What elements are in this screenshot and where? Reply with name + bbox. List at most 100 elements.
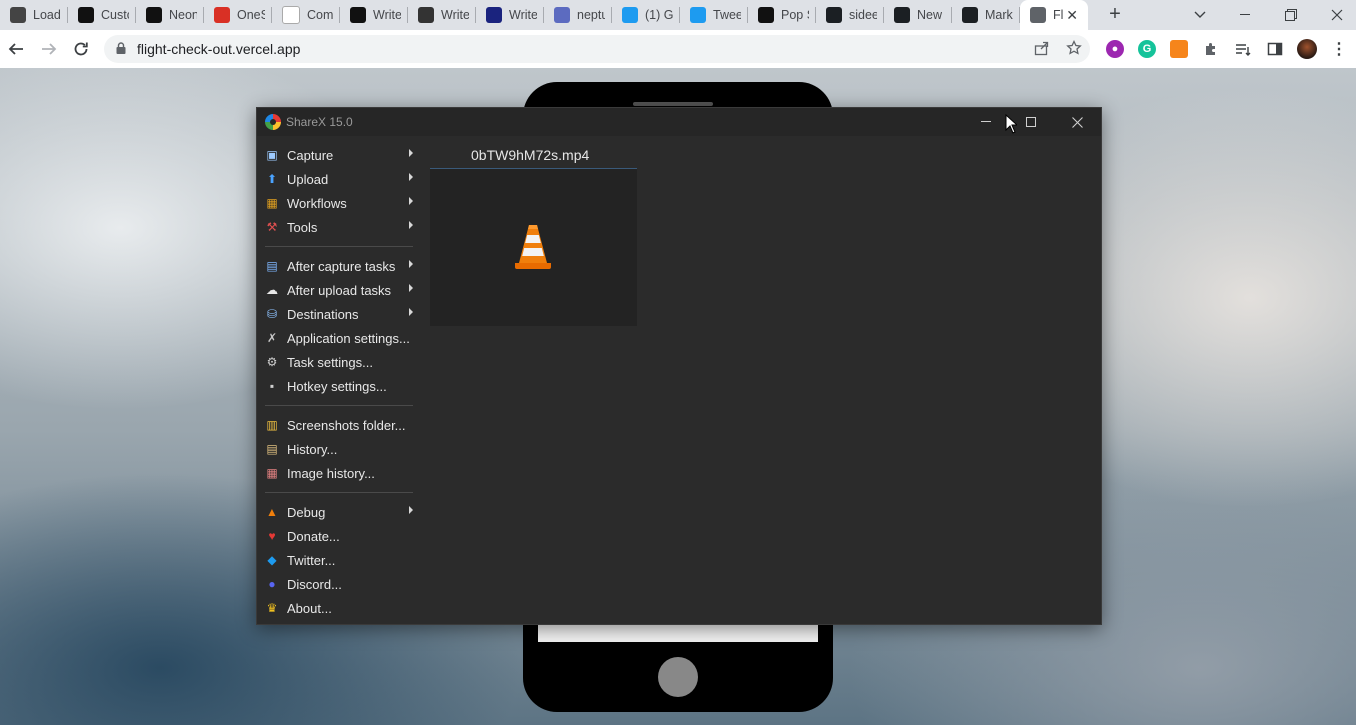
browser-tab[interactable]: Custo [68, 4, 136, 26]
extension-purple-icon[interactable]: ● [1106, 40, 1124, 58]
neon-icon [146, 7, 162, 23]
debug-icon: ▲ [266, 505, 278, 519]
menu-item-debug[interactable]: ▲ Debug [261, 500, 413, 524]
tab-title: Load [33, 8, 61, 22]
browser-tab[interactable]: Load [0, 4, 68, 26]
browser-tab[interactable]: Write [408, 4, 476, 26]
menu-item-history[interactable]: ▤ History... [261, 437, 413, 461]
reload-button[interactable] [70, 38, 92, 60]
sharex-minimize-button[interactable] [964, 108, 1008, 136]
pop-icon [758, 7, 774, 23]
browser-tab[interactable]: Write [340, 4, 408, 26]
after-upload-icon: ☁ [266, 283, 278, 297]
menu-item-twitter[interactable]: ◆ Twitter... [261, 548, 413, 572]
menu-item-label: Task settings... [287, 354, 373, 370]
share-icon[interactable] [1033, 40, 1051, 58]
file-name-label: 0bTW9hM72s.mp4 [471, 147, 590, 163]
menu-item-hotkey-settings[interactable]: ▪ Hotkey settings... [261, 374, 413, 398]
metamask-icon[interactable] [1170, 40, 1188, 58]
menu-item-discord[interactable]: ● Discord... [261, 572, 413, 596]
close-window-button[interactable] [1314, 0, 1356, 30]
browser-tab[interactable]: New [884, 4, 952, 26]
menu-separator [265, 492, 413, 493]
menu-item-label: Capture [287, 147, 334, 163]
menu-item-label: Workflows [287, 195, 347, 211]
browser-tab[interactable]: Fl ✕ [1020, 0, 1088, 30]
tab-title: Com [307, 8, 334, 22]
menu-item-after-upload-tasks[interactable]: ☁ After upload tasks [261, 278, 413, 302]
menu-item-upload[interactable]: ⬆ Upload [261, 167, 413, 191]
menu-item-label: Twitter... [287, 552, 336, 568]
menu-item-workflows[interactable]: ▦ Workflows [261, 191, 413, 215]
browser-tab[interactable]: Neon [136, 4, 204, 26]
bolt-icon [486, 7, 502, 23]
tab-title: neptu [577, 8, 605, 22]
browser-tab[interactable]: neptu [544, 4, 612, 26]
phone-home-button[interactable] [658, 657, 698, 697]
menu-item-task-settings[interactable]: ⚙ Task settings... [261, 350, 413, 374]
browser-tab[interactable]: (1) G [612, 4, 680, 26]
extensions-puzzle-icon[interactable] [1202, 40, 1220, 58]
browser-tab[interactable]: OneS [204, 4, 272, 26]
chevron-down-icon [1194, 11, 1206, 18]
menu-item-about[interactable]: ♛ About... [261, 596, 413, 620]
menu-item-tools[interactable]: ⚒ Tools [261, 215, 413, 239]
close-icon [1071, 116, 1083, 128]
globe-icon [1030, 7, 1046, 23]
menu-item-application-settings[interactable]: ✗ Application settings... [261, 326, 413, 350]
browser-tab[interactable]: Twee [680, 4, 748, 26]
browser-tab[interactable]: Mark [952, 4, 1020, 26]
tab-title: Twee [713, 8, 741, 22]
browser-tab[interactable]: Pop S [748, 4, 816, 26]
menu-item-label: History... [287, 441, 338, 457]
menu-item-label: Screenshots folder... [287, 417, 406, 433]
avatar[interactable] [1297, 39, 1317, 59]
minimize-window-button[interactable] [1222, 0, 1268, 30]
bookmark-star-icon[interactable] [1065, 39, 1083, 58]
menu-item-destinations[interactable]: ⛁ Destinations [261, 302, 413, 326]
twitter-icon [690, 7, 706, 23]
sharex-titlebar[interactable]: ShareX 15.0 [257, 108, 1101, 136]
opera-icon [214, 7, 230, 23]
tab-title: Mark [985, 8, 1013, 22]
menu-item-screenshots-folder[interactable]: ▥ Screenshots folder... [261, 413, 413, 437]
github-icon [894, 7, 910, 23]
side-panel-icon[interactable] [1266, 40, 1284, 58]
sharex-close-button[interactable] [1055, 108, 1099, 136]
menu-item-capture[interactable]: ▣ Capture [261, 143, 413, 167]
file-thumbnail[interactable] [430, 168, 637, 326]
history-icon: ▤ [266, 442, 278, 456]
tab-title: Pop S [781, 8, 809, 22]
menu-item-donate[interactable]: ♥ Donate... [261, 524, 413, 548]
destinations-icon: ⛁ [266, 307, 278, 321]
menu-item-label: Image history... [287, 465, 375, 481]
tab-close-icon[interactable]: ✕ [1066, 7, 1078, 24]
browser-tab[interactable]: Write [476, 4, 544, 26]
new-tab-button[interactable]: + [1104, 3, 1126, 25]
grammarly-icon[interactable]: G [1138, 40, 1156, 58]
menu-item-label: Discord... [287, 576, 342, 592]
tab-title: OneS [237, 8, 265, 22]
tab-title: Write [441, 8, 469, 22]
reading-list-icon[interactable] [1234, 40, 1252, 58]
menu-item-label: About... [287, 600, 332, 616]
forward-button[interactable] [38, 38, 60, 60]
restore-window-button[interactable] [1268, 0, 1314, 30]
window-title: ShareX 15.0 [286, 115, 353, 129]
minimize-icon [1240, 14, 1250, 15]
menu-item-label: Application settings... [287, 330, 410, 346]
sharex-window: ShareX 15.0 ▣ Capture ⬆ Upload ▦ Workflows ⚒ To… [256, 107, 1102, 625]
tab-search-button[interactable] [1177, 0, 1223, 30]
capture-icon: ▣ [266, 148, 278, 162]
menu-item-after-capture-tasks[interactable]: ▤ After capture tasks [261, 254, 413, 278]
more-menu-icon[interactable]: ⋮ [1330, 40, 1348, 58]
notion-icon [282, 6, 300, 24]
address-bar[interactable]: flight-check-out.vercel.app [104, 35, 1090, 63]
arrow-left-icon [8, 43, 23, 55]
menu-item-image-history[interactable]: ▦ Image history... [261, 461, 413, 485]
back-button[interactable] [5, 38, 27, 60]
browser-tab[interactable]: sidee [816, 4, 884, 26]
browser-tab[interactable]: Com [272, 4, 340, 26]
after-capture-icon: ▤ [266, 259, 278, 273]
mouse-cursor-icon [1005, 114, 1017, 134]
